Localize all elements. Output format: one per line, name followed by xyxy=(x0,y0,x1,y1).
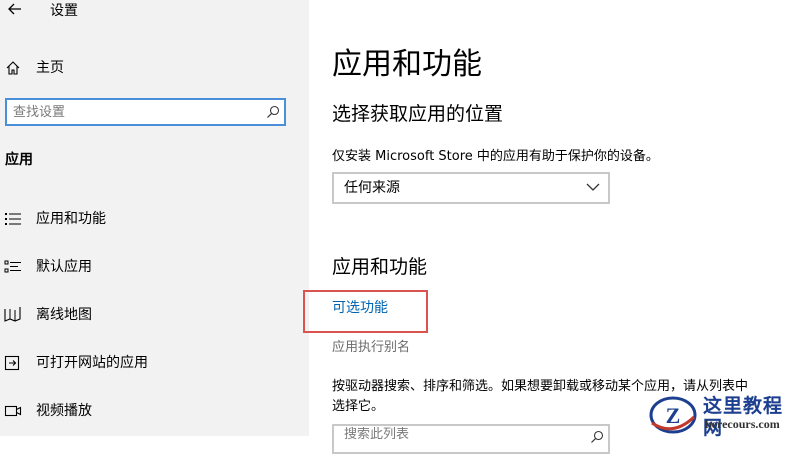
main-content: 应用和功能 选择获取应用的位置 仅安装 Microsoft Store 中的应用… xyxy=(309,0,797,454)
annotation-highlight-box xyxy=(303,290,428,333)
sidebar-section-label: 应用 xyxy=(5,152,33,168)
apps-features-heading: 应用和功能 xyxy=(332,256,428,278)
apps-for-websites-icon xyxy=(4,355,20,371)
sidebar-item-home[interactable]: 主页 xyxy=(0,56,309,80)
window-title: 设置 xyxy=(50,3,78,19)
sidebar-item-offline-maps[interactable]: 离线地图 xyxy=(0,300,309,330)
app-execution-alias-link[interactable]: 应用执行别名 xyxy=(332,338,410,358)
settings-search-input[interactable] xyxy=(13,102,253,122)
offline-maps-icon xyxy=(4,307,21,322)
search-icon[interactable] xyxy=(266,105,280,119)
install-location-description: 仅安装 Microsoft Store 中的应用有助于保护你的设备。 xyxy=(332,149,659,164)
watermark: Z 这里教程网 herecours.com xyxy=(648,393,797,439)
sidebar-item-label: 可打开网站的应用 xyxy=(36,355,148,371)
app-list-description-line2: 选择它。 xyxy=(332,399,385,414)
watermark-en-text: herecours.com xyxy=(705,417,780,431)
apps-features-icon xyxy=(5,213,21,225)
sidebar-item-video-playback[interactable]: 视频播放 xyxy=(0,396,309,426)
sidebar-item-label: 离线地图 xyxy=(36,307,92,323)
dropdown-selected-value: 任何来源 xyxy=(344,180,400,196)
app-list-search-box[interactable] xyxy=(332,424,610,454)
back-arrow-icon xyxy=(8,3,21,15)
watermark-logo-letter: Z xyxy=(666,403,681,428)
sidebar-item-apps-features[interactable]: 应用和功能 xyxy=(0,204,309,234)
search-icon[interactable] xyxy=(590,430,604,444)
settings-search-box[interactable] xyxy=(5,98,286,126)
sidebar-item-default-apps[interactable]: 默认应用 xyxy=(0,252,309,282)
home-icon xyxy=(6,61,20,75)
page-title: 应用和功能 xyxy=(332,47,482,82)
chevron-down-icon xyxy=(586,183,600,191)
sidebar-item-apps-for-websites[interactable]: 可打开网站的应用 xyxy=(0,348,309,378)
sidebar: 设置 主页 应用 应用和功能 默认应用 xyxy=(0,0,309,436)
video-playback-icon xyxy=(4,405,22,417)
sidebar-item-label: 视频播放 xyxy=(36,403,92,419)
sidebar-item-label: 应用和功能 xyxy=(36,211,106,227)
app-list-search-input[interactable] xyxy=(344,427,574,442)
sidebar-item-label: 默认应用 xyxy=(36,259,92,275)
default-apps-icon xyxy=(4,260,21,273)
watermark-logo: Z xyxy=(649,396,697,434)
install-location-heading: 选择获取应用的位置 xyxy=(332,103,504,125)
sidebar-item-label: 主页 xyxy=(36,60,64,76)
back-button[interactable] xyxy=(4,1,26,21)
install-source-dropdown[interactable]: 任何来源 xyxy=(332,172,610,204)
